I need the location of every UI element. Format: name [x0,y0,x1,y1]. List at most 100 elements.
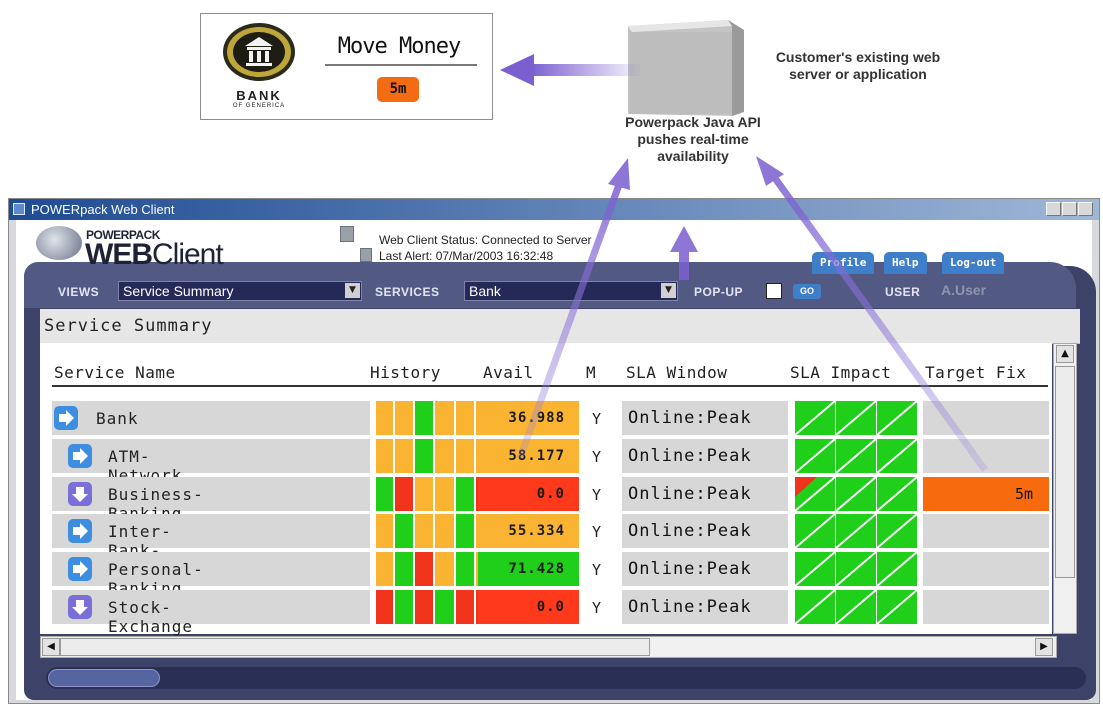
services-select[interactable]: Bank ▼ [464,281,678,301]
avail-value: 55.334 [478,514,579,548]
vertical-scroll-thumb[interactable] [1055,366,1075,578]
footer-pill[interactable] [48,669,160,687]
scroll-left-button[interactable]: ◀ [42,638,60,656]
table-row[interactable] [52,514,370,548]
history-cell [395,439,413,473]
views-select[interactable]: Service Summary ▼ [118,281,362,301]
maximize-button[interactable] [1062,202,1077,216]
sla-impact-cell [876,551,918,587]
sla-impact-cell [794,476,836,512]
popup-label: POP-UP [694,285,744,299]
bank-widget: BANK OF GENERICA Move Money 5m [200,13,493,120]
api-caption-line: Powerpack Java API [625,114,761,130]
history-cell [395,552,413,586]
webclient-logo-icon [36,226,82,260]
history-cell [435,477,454,511]
tab-logout[interactable]: Log-out [942,252,1005,274]
sla-impact-cell [794,400,836,436]
logo-rest-text: Client [152,238,224,271]
tab-profile[interactable]: Profile [812,252,875,274]
target-fix [923,590,1049,624]
history-cell [435,439,454,473]
go-button[interactable]: GO [793,284,821,299]
history-cell [415,439,433,473]
bank-logo [223,23,295,81]
sla-impact-cell [876,438,918,474]
history-cell [395,401,413,435]
sla-impact-cell [876,400,918,436]
column-header-avail[interactable]: Avail [483,363,534,382]
table-row[interactable] [52,590,370,624]
server-caption-line: Customer's existing web [775,49,941,65]
maintenance-flag: Y [592,599,602,617]
sla-impact-cell [876,513,918,549]
column-header-target-fix[interactable]: Target Fix [925,363,1026,382]
server-status-icon [340,226,354,242]
service-name[interactable]: Bank [96,409,139,428]
sla-impact-cell [835,400,877,436]
views-label: VIEWS [58,285,100,299]
history-cell [415,477,433,511]
sla-impact-cell [794,438,836,474]
target-fix-badge: 5m [377,77,419,102]
chevron-down-icon[interactable]: ▼ [345,283,360,298]
column-header-m[interactable]: M [586,363,596,382]
scroll-up-button[interactable]: ▲ [1056,345,1074,363]
arrow-right-icon[interactable] [68,444,92,468]
api-caption-line: pushes real-time [637,131,749,147]
table-row[interactable] [52,439,370,473]
column-header-history[interactable]: History [370,363,441,382]
tab-help[interactable]: Help [884,252,927,274]
table-row[interactable] [52,552,370,586]
table-row[interactable] [52,477,370,511]
history-cell [376,590,393,624]
arrow-down-icon[interactable] [68,482,92,506]
scroll-right-button[interactable]: ▶ [1035,638,1053,656]
avail-value: 58.177 [478,439,579,473]
column-header-sla-impact[interactable]: SLA Impact [790,363,891,382]
alert-status-icon [360,248,372,262]
history-cell [456,439,474,473]
history-cell [376,552,393,586]
sla-window: Online:Peak [622,401,788,435]
history-cell [435,590,454,624]
server-icon [628,20,744,116]
title-bar[interactable]: POWERpack Web Client [9,199,1099,220]
history-cell [435,401,454,435]
arrow-right-icon[interactable] [54,406,78,430]
services-label: SERVICES [375,285,440,299]
sla-window: Online:Peak [622,439,788,473]
maintenance-flag: Y [592,561,602,579]
sla-impact-cell [835,476,877,512]
target-fix [923,552,1049,586]
bank-subtitle: OF GENERICA [232,103,286,109]
history-cell [415,552,433,586]
chevron-down-icon[interactable]: ▼ [661,283,676,298]
sla-impact-cell [876,476,918,512]
history-cell [456,477,474,511]
close-button[interactable] [1078,202,1093,216]
avail-value: 71.428 [478,552,579,586]
sla-impact-cell [835,513,877,549]
popup-checkbox[interactable] [766,283,782,299]
service-name[interactable]: Stock-Exchange [108,598,193,636]
divider [325,64,477,66]
arrow-down-icon[interactable] [68,595,92,619]
minimize-button[interactable] [1046,202,1061,216]
panel-title: Service Summary [44,316,213,336]
column-header-sla-window[interactable]: SLA Window [626,363,727,382]
history-cell [456,552,474,586]
footer-bar [46,667,1086,689]
target-fix [923,514,1049,548]
sla-impact-cell [835,589,877,625]
sla-impact-cell [794,513,836,549]
arrow-right-icon[interactable] [68,519,92,543]
arrow-left-icon [500,54,640,86]
views-select-value: Service Summary [123,283,234,299]
maintenance-flag: Y [592,448,602,466]
arrow-right-icon[interactable] [68,557,92,581]
history-cell [395,590,413,624]
column-header-service-name[interactable]: Service Name [54,363,176,382]
horizontal-scroll-thumb[interactable] [60,638,650,656]
logo-bold-text: WEB [85,238,153,271]
